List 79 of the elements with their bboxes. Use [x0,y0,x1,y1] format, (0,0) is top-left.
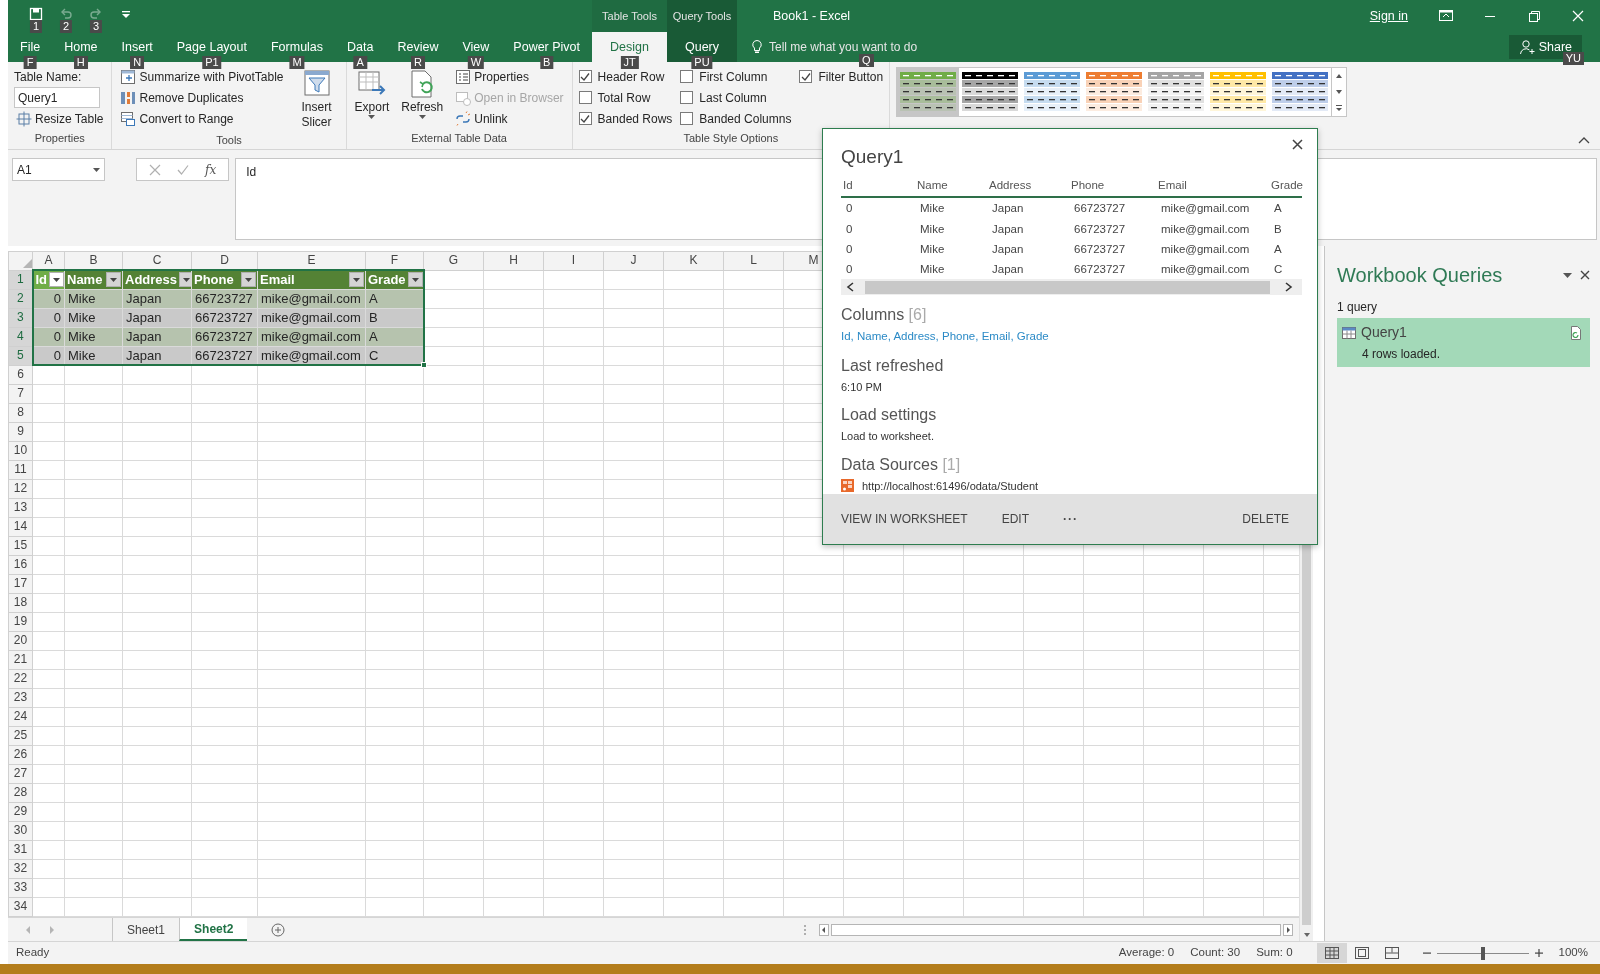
keytip: PU [691,56,713,69]
table-cell-text: mike@gmail.com [1160,241,1251,257]
column-header: Name [915,175,987,198]
table-cell-text: mike@gmail.com [1160,262,1251,277]
table-cell-text: Japan [991,221,1025,237]
table-cell-text: mike@gmail.com [1160,221,1251,237]
table-cell-text: 0 [845,221,854,237]
ribbon-button: Open in Browser [453,87,566,108]
table-cell-text: 0 [845,241,854,257]
column-header: Address [987,175,1069,198]
window-title: Book1 - Excel [773,7,851,25]
keytip: R [411,56,425,69]
status-text: Ready [16,945,50,961]
table-cell-text: 66723727 [1073,221,1127,237]
query-count: 1 query [1337,299,1379,316]
source-url: http://localhost:61496/odata/Student [862,478,1039,494]
query-status: 4 rows loaded. [1361,346,1442,363]
pane-title: Workbook Queries [1337,263,1503,288]
keytip: M [289,56,305,69]
table-cell-text: B [1273,221,1283,237]
keytip: A [353,56,367,69]
section-heading: Load settings [841,406,937,423]
table-cell: Mike [915,197,987,219]
table-cell-text: Mike [919,221,946,237]
table-cell-text: C [1273,262,1284,277]
status-stat: Sum: 0 [1256,945,1293,961]
table-cell: 66723727 [1069,197,1156,219]
section-heading: Columns [841,306,905,324]
group-label: Table Style Options [682,130,780,146]
field-label: Table Name: [14,68,83,86]
table-cell-text: Mike [919,262,946,277]
keytip: YU [1562,52,1584,65]
keytip: JT [620,56,639,69]
keytip: W [467,56,485,69]
cell-reference: A1 [17,161,32,179]
table-cell: 0 [841,197,915,219]
table-cell-text: Mike [919,241,946,257]
section-heading: Last refreshed [841,356,944,374]
column-label: Id [35,271,48,288]
section-count: [6] [908,306,927,324]
column-label: Phone [194,271,234,288]
column-header: Grade [1269,175,1302,198]
table-cell-text: A [1273,241,1283,257]
section-count: [1] [942,455,961,473]
table-cell: mike@gmail.com [1156,197,1269,219]
table-cell-text: Japan [991,262,1025,277]
keytip: Q [859,54,874,67]
table-cell-text: 66723727 [1073,241,1127,257]
refresh-time: 6:10 PM [841,379,883,395]
keytip: P1 [202,56,222,69]
contextual-tab-group: Query Tools [666,0,737,32]
column-header: Id [841,175,915,198]
keytip: 2 [59,20,73,33]
keytip: H [73,56,88,69]
group-label: Tools [215,133,243,148]
popup-title: Query1 [841,145,905,169]
column-label: Address [125,271,178,288]
table-cell-text: Japan [991,241,1025,257]
keytip: B [540,56,554,69]
section-heading: Data Sources [841,455,938,473]
status-stat: Count: 30 [1190,945,1241,961]
column-label: Email [260,271,295,288]
column-header: Phone [1069,175,1156,198]
group-label: Properties [33,130,86,146]
column-label: Grade [368,271,406,288]
keytip: 3 [89,20,103,33]
contextual-tab-group: Table Tools [592,0,667,32]
table-cell-text: 66723727 [1073,262,1127,277]
group-label: External Table Data [410,130,508,146]
column-label: Name [67,271,103,288]
table-cell: Japan [987,197,1069,219]
table-cell-text: 0 [845,262,854,277]
keytip: 1 [29,20,43,33]
column-header: Email [1156,175,1269,198]
table-cell: A [1269,197,1302,219]
load-setting: Load to worksheet. [841,429,935,444]
keytip: F [23,56,37,69]
keytip: N [130,56,145,69]
status-stat: Average: 0 [1118,945,1175,961]
